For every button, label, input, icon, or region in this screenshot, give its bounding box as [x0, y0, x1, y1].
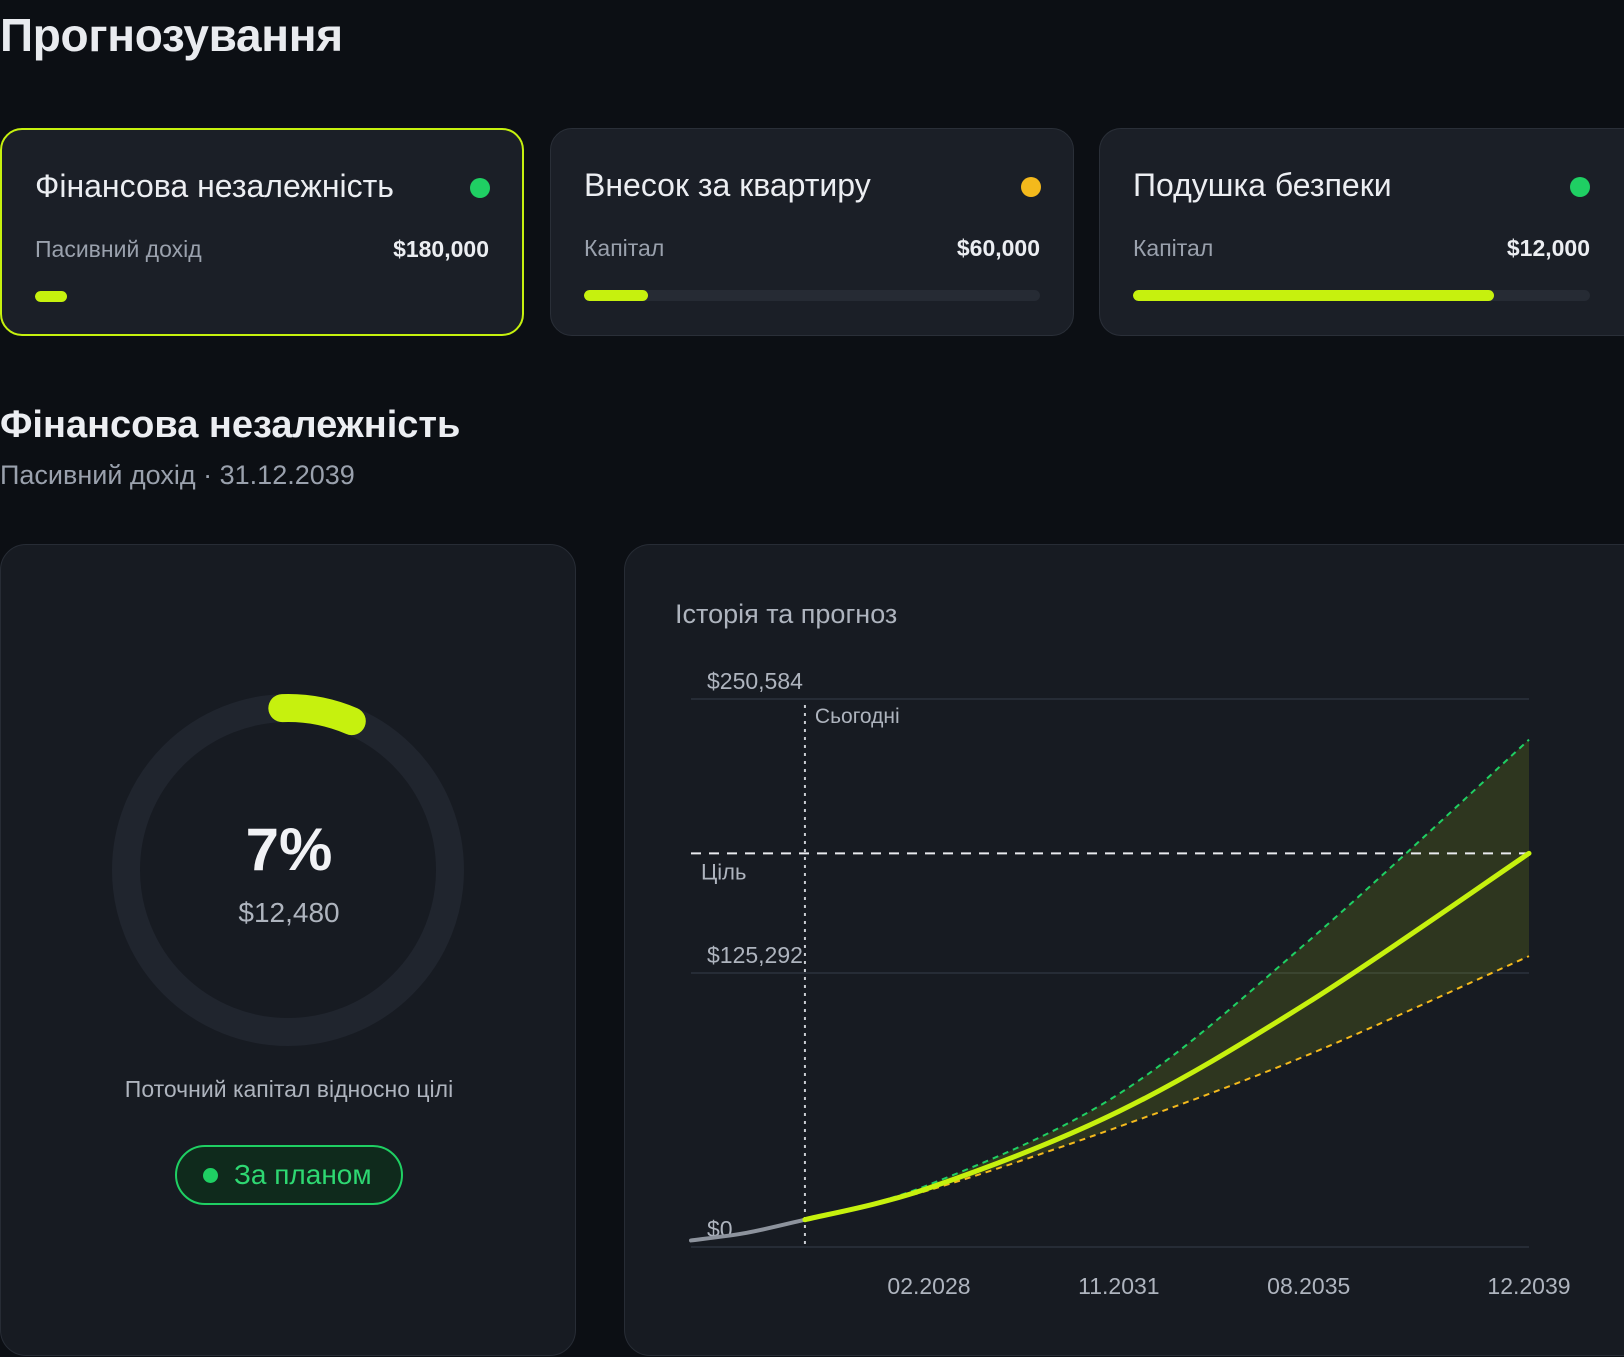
- goal-progress-track: [584, 290, 1040, 301]
- progress-ring-fill: [268, 694, 366, 736]
- y-tick-label: $125,292: [707, 942, 803, 968]
- progress-percent: 7%: [245, 816, 333, 883]
- goal-card-title: Фінансова незалежність: [35, 168, 394, 204]
- goal-card-safety-cushion[interactable]: Подушка безпеки Капітал $12,000: [1099, 128, 1624, 336]
- status-dot-icon: [1570, 177, 1590, 197]
- x-tick-label: 08.2035: [1267, 1273, 1350, 1299]
- goal-progress-track: [1133, 290, 1590, 301]
- forecast-chart-card: Історія та прогноз $0 $125,292 $250,584 02.…: [624, 544, 1624, 1356]
- forecast-chart: $0$125,292$250,58402.2028 11.2031 08.2035 1…: [689, 668, 1571, 1299]
- current-capital-amount: $12,480: [238, 897, 340, 928]
- status-dot-icon: [203, 1168, 218, 1183]
- goal-progress-fill: [1133, 290, 1495, 301]
- goal-label: Ціль: [701, 859, 746, 884]
- status-badge: За планом: [175, 1145, 403, 1205]
- goal-card-value: $12,000: [1506, 235, 1590, 261]
- page-title: Прогнозування: [0, 9, 343, 61]
- goal-card-apartment-payment[interactable]: Внесок за квартиру Капітал $60,000: [550, 128, 1074, 336]
- goal-card-label: Пасивний дохід: [35, 236, 202, 262]
- section-title: Фінансова незалежність: [0, 404, 461, 446]
- section-subtitle: Пасивний дохід · 31.12.2039: [0, 460, 355, 490]
- x-tick-label: 12.2039: [1487, 1273, 1570, 1299]
- status-dot-icon: [470, 178, 490, 198]
- status-badge-label: За планом: [234, 1159, 372, 1190]
- goal-progress-fill: [584, 290, 648, 301]
- goal-progress-fill: [35, 291, 67, 302]
- forecast-band: [804, 739, 1529, 1220]
- goal-card-value: $60,000: [956, 235, 1040, 261]
- goal-card-label: Капітал: [1133, 235, 1214, 261]
- goal-card-title: Внесок за квартиру: [584, 167, 871, 203]
- goal-card-value: $180,000: [393, 236, 489, 262]
- goal-card-title: Подушка безпеки: [1133, 167, 1392, 203]
- today-label: Сьогодні: [815, 705, 900, 728]
- progress-caption: Поточний капітал відносно цілі: [124, 1076, 454, 1102]
- goal-card-financial-independence[interactable]: Фінансова незалежність Пасивний дохід $1…: [0, 128, 524, 336]
- x-tick-label: 11.2031: [1078, 1273, 1159, 1299]
- x-tick-label: 02.2028: [887, 1273, 970, 1299]
- goal-card-label: Капітал: [584, 235, 665, 261]
- progress-card: 7% $12,480 Поточний капітал відносно ціл…: [0, 544, 576, 1356]
- status-dot-icon: [1021, 177, 1041, 197]
- y-tick-label: $250,584: [707, 668, 803, 694]
- goal-progress-track: [35, 291, 489, 302]
